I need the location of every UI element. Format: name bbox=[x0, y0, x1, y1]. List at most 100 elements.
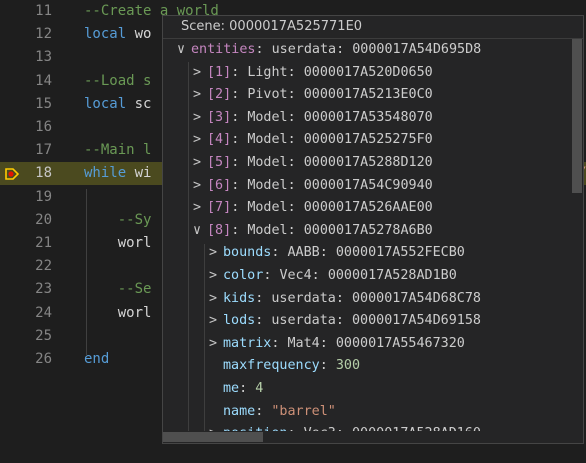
tree-row[interactable]: >position: Vec3: 0000017A528AD160 bbox=[209, 423, 481, 431]
chevron-down-icon[interactable]: ∨ bbox=[193, 220, 207, 243]
tree-row[interactable]: me: 4 bbox=[209, 378, 263, 401]
code-text: --Sy bbox=[84, 209, 152, 232]
variable-value: 0000017A5288D120 bbox=[303, 155, 433, 170]
code-token: --Load s bbox=[84, 72, 152, 89]
separator: : bbox=[231, 64, 248, 80]
variable-type: Pivot: bbox=[247, 87, 296, 103]
variable-type: Model: bbox=[247, 200, 296, 216]
line-number: 16 bbox=[35, 119, 52, 135]
chevron-down-icon[interactable]: ∨ bbox=[177, 39, 191, 62]
variable-value: 0000017A54D695D8 bbox=[352, 42, 482, 57]
chevron-right-icon[interactable]: > bbox=[209, 310, 223, 333]
tree-row[interactable]: maxfrequency: 300 bbox=[209, 355, 360, 378]
code-text: worl bbox=[84, 232, 152, 255]
tree-row[interactable]: > matrix: Mat4: 0000017A55467320 bbox=[209, 333, 465, 356]
variable-value: 4 bbox=[255, 381, 264, 396]
tree-row[interactable]: > lods: userdata: 0000017A54D69158 bbox=[209, 310, 481, 333]
tree-row[interactable]: > [5]: Model: 0000017A5288D120 bbox=[193, 152, 433, 175]
tree-row[interactable]: > [2]: Pivot: 0000017A5213E0C0 bbox=[193, 84, 433, 107]
chevron-right-icon[interactable]: > bbox=[209, 333, 223, 356]
tree-row[interactable]: > [1]: Light: 0000017A520D0650 bbox=[193, 62, 433, 85]
line-number: 19 bbox=[35, 188, 52, 205]
code-token: --Se bbox=[84, 281, 152, 298]
variable-name: me bbox=[223, 381, 240, 396]
code-token: wi bbox=[126, 165, 152, 182]
indent-guide bbox=[86, 189, 87, 356]
code-token: while bbox=[84, 165, 127, 182]
line-number: 13 bbox=[35, 49, 52, 66]
horizontal-scrollbar[interactable] bbox=[163, 431, 571, 443]
chevron-right-icon[interactable]: > bbox=[193, 129, 207, 152]
line-number: 11 bbox=[35, 3, 52, 19]
vertical-scrollbar[interactable] bbox=[571, 39, 583, 431]
separator: : bbox=[255, 313, 272, 329]
variable-tree[interactable]: ∨ entities: userdata: 0000017A54D695D8 > [1… bbox=[163, 39, 571, 431]
tree-row[interactable]: ∨ entities: userdata: 0000017A54D695D8 bbox=[177, 39, 481, 62]
variable-name: [4] bbox=[207, 132, 232, 148]
chevron-right-icon[interactable]: > bbox=[209, 242, 223, 265]
separator: : bbox=[263, 268, 280, 283]
variable-value: 0000017A526AAE00 bbox=[303, 200, 433, 216]
tree-row[interactable]: > [7]: Model: 0000017A526AAE00 bbox=[193, 197, 433, 220]
tree-row[interactable]: > [3]: Model: 0000017A53548070 bbox=[193, 107, 433, 130]
tree-row[interactable]: ∨ [8]: Model: 0000017A5278A6B0 bbox=[193, 220, 433, 243]
tree-row[interactable]: > kids: userdata: 0000017A54D68C78 bbox=[209, 288, 481, 311]
vertical-scroll-thumb[interactable] bbox=[572, 39, 582, 193]
variable-value: "barrel" bbox=[271, 403, 336, 419]
variable-name: kids bbox=[223, 290, 256, 306]
chevron-right-icon[interactable]: > bbox=[193, 84, 207, 107]
line-number: 24 bbox=[35, 304, 52, 321]
chevron-right-icon[interactable]: > bbox=[209, 288, 223, 311]
variable-name: bounds bbox=[223, 245, 272, 261]
separator: : bbox=[231, 109, 248, 125]
code-token: local bbox=[84, 95, 127, 112]
line-number: 22 bbox=[35, 258, 52, 275]
variable-name: matrix bbox=[223, 335, 272, 351]
variable-value: 0000017A54D68C78 bbox=[352, 290, 481, 306]
line-number: 26 bbox=[35, 351, 52, 367]
variable-value: 0000017A520D0650 bbox=[303, 64, 433, 80]
code-token: sc bbox=[126, 95, 152, 112]
line-number: 21 bbox=[35, 235, 52, 251]
line-number: 18 bbox=[35, 165, 52, 182]
line-number: 23 bbox=[35, 281, 52, 298]
variable-name: [8] bbox=[207, 222, 232, 238]
code-token: --Main l bbox=[84, 142, 152, 159]
code-token: worl bbox=[84, 235, 152, 251]
separator: : bbox=[231, 222, 248, 238]
variable-type: userdata: bbox=[271, 290, 344, 306]
variable-type: Model: bbox=[247, 109, 296, 125]
chevron-right-icon[interactable]: > bbox=[193, 62, 207, 85]
code-token: local bbox=[84, 26, 127, 43]
variable-name: [7] bbox=[207, 200, 232, 216]
tree-row[interactable]: > color: Vec4: 0000017A528AD1B0 bbox=[209, 265, 457, 288]
chevron-right-icon[interactable]: > bbox=[209, 265, 223, 288]
variable-type: Model: bbox=[247, 222, 296, 238]
tree-row[interactable]: > bounds: AABB: 0000017A552FECB0 bbox=[209, 242, 465, 265]
code-text: local wo bbox=[84, 23, 151, 46]
variable-name: entities bbox=[191, 42, 256, 57]
chevron-right-icon[interactable]: > bbox=[193, 152, 207, 175]
code-token: --Sy bbox=[84, 211, 152, 228]
separator: : bbox=[231, 87, 248, 103]
variable-value: 0000017A53548070 bbox=[303, 109, 433, 125]
chevron-right-icon[interactable]: > bbox=[209, 423, 223, 431]
variable-name: lods bbox=[223, 313, 256, 329]
debug-hover-popup[interactable]: Scene: 0000017A525771E0 ∨ entities: userd… bbox=[162, 15, 584, 444]
tree-row[interactable]: > [6]: Model: 0000017A54C90940 bbox=[193, 175, 433, 198]
breakpoint-arrow-icon[interactable] bbox=[5, 167, 19, 181]
code-token: end bbox=[84, 351, 110, 367]
variable-type: AABB: bbox=[287, 245, 328, 261]
line-number: 15 bbox=[35, 95, 52, 112]
tree-row[interactable]: name: "barrel" bbox=[209, 401, 336, 424]
tree-row[interactable]: > [4]: Model: 0000017A525275F0 bbox=[193, 129, 433, 152]
horizontal-scroll-thumb[interactable] bbox=[163, 432, 263, 442]
variable-type: userdata: bbox=[271, 313, 344, 329]
chevron-right-icon[interactable]: > bbox=[193, 175, 207, 198]
variable-type: Light: bbox=[247, 64, 296, 80]
variable-name: [5] bbox=[207, 155, 232, 170]
chevron-right-icon[interactable]: > bbox=[193, 107, 207, 130]
line-number: 12 bbox=[35, 26, 52, 43]
chevron-right-icon[interactable]: > bbox=[193, 197, 207, 220]
line-number: 25 bbox=[35, 327, 52, 344]
